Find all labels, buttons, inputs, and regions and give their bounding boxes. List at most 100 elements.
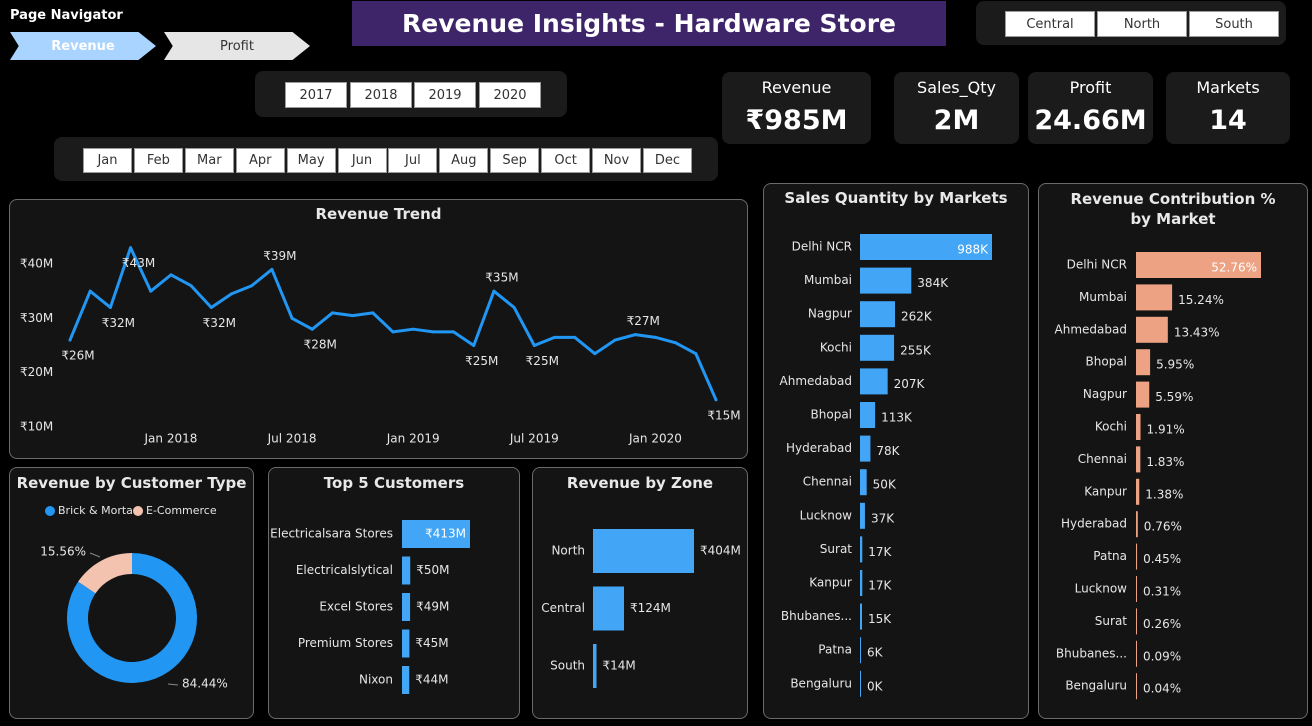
month-button[interactable]: Mar	[184, 148, 234, 173]
customer-type-panel: Revenue by Customer Type Brick & Mortar E…	[9, 467, 254, 719]
category-label: Patna	[1093, 549, 1127, 563]
nav-profit-button[interactable]: Profit	[164, 32, 310, 60]
revenue-trend-point	[351, 314, 355, 318]
sales-qty-panel: Sales Quantity by Markets Delhi NCR 988K M…	[763, 183, 1029, 719]
data-label: 15.24%	[1178, 293, 1224, 307]
bar	[593, 644, 597, 688]
revenue-trend-chart: ₹10M ₹20M ₹30M ₹40M Jan 2018 Jul 2018 Jan 2019…	[20, 246, 741, 446]
revenue-trend-point	[472, 344, 476, 347]
data-label: 113K	[881, 411, 913, 425]
kpi-value: 24.66M	[1034, 105, 1147, 136]
revenue-trend-point	[492, 289, 496, 293]
month-button[interactable]: Jun	[337, 148, 387, 173]
kpi-label: Revenue	[761, 78, 832, 97]
year-button[interactable]: 2017	[285, 82, 347, 108]
page-title: Revenue Insights - Hardware Store	[352, 1, 946, 46]
category-label: Kanpur	[1084, 484, 1127, 498]
revenue-trend-point	[593, 352, 597, 356]
bar	[1136, 381, 1150, 408]
month-button[interactable]: Nov	[592, 148, 641, 173]
data-label: ₹44M	[415, 673, 448, 687]
nav-revenue-button[interactable]: Revenue	[10, 32, 156, 60]
category-label: Kochi	[1095, 420, 1127, 434]
year-button[interactable]: 2019	[414, 82, 476, 108]
revenue-trend-point	[553, 335, 556, 339]
year-button[interactable]: 2020	[479, 82, 541, 108]
month-button[interactable]: Apr	[235, 148, 285, 173]
top-customers-panel: Top 5 Customers Electricalsara Stores ₹41…	[268, 467, 520, 719]
category-label: Patna	[818, 643, 852, 657]
revenue-trend-point	[512, 305, 516, 309]
bar	[1136, 576, 1137, 602]
data-label: 0.09%	[1143, 649, 1181, 663]
y-axis-tick-label: ₹20M	[20, 365, 53, 379]
data-label: ₹25M	[526, 354, 559, 368]
revenue-trend-point	[452, 330, 456, 334]
data-label: ₹25M	[465, 354, 498, 368]
x-axis-tick-label: Jul 2018	[267, 432, 317, 446]
revenue-trend-point	[230, 292, 233, 296]
zone-filter-central[interactable]: Central	[1005, 11, 1095, 37]
category-label: Surat	[1095, 614, 1128, 628]
category-label: Nixon	[359, 673, 393, 687]
month-button[interactable]: Jan	[83, 148, 132, 173]
month-button[interactable]: Feb	[133, 148, 183, 173]
category-label: Nagpur	[808, 307, 852, 321]
bar	[593, 586, 624, 631]
month-button[interactable]: May	[286, 148, 336, 173]
month-button[interactable]: Dec	[642, 148, 692, 173]
category-label: Kanpur	[809, 576, 852, 590]
bar	[1136, 608, 1137, 635]
customer-type-donut: Brick & Mortar E-Commerce 84.44% 15.56%	[40, 504, 228, 691]
bar	[1136, 284, 1173, 311]
data-label: ₹28M	[304, 338, 337, 352]
kpi-label: Profit	[1069, 78, 1112, 97]
revenue-trend-point	[573, 335, 577, 339]
bar	[860, 267, 912, 294]
year-button[interactable]: 2018	[350, 82, 412, 108]
top-customers-chart: Electricalsara Stores ₹413M Electricalslyt…	[270, 520, 470, 694]
data-label: ₹50M	[416, 563, 449, 577]
bar	[860, 368, 888, 395]
kpi-value: ₹985M	[745, 105, 848, 136]
data-label: ₹27M	[627, 314, 660, 328]
data-label: 262K	[901, 310, 933, 324]
category-label: Mumbai	[804, 273, 852, 287]
bar	[1136, 478, 1140, 505]
revenue-trend-point	[88, 289, 92, 293]
category-label: Premium Stores	[298, 636, 393, 650]
legend-marker	[45, 506, 55, 516]
zone-filter-south[interactable]: South	[1189, 11, 1279, 37]
revenue-trend-point	[290, 316, 294, 320]
revenue-trend-line	[68, 246, 718, 401]
data-label: ₹43M	[122, 256, 155, 270]
data-label: 5.59%	[1155, 390, 1193, 404]
month-button[interactable]: Sep	[490, 148, 540, 173]
month-button[interactable]: Oct	[541, 148, 591, 173]
x-axis-tick-label: Jul 2019	[509, 432, 559, 446]
month-button[interactable]: Aug	[439, 148, 489, 173]
month-button[interactable]: Jul	[388, 148, 438, 173]
revenue-trend-point	[250, 284, 254, 288]
category-label: Nagpur	[1083, 387, 1127, 401]
bar	[1136, 349, 1151, 376]
bar	[860, 570, 863, 596]
bar	[860, 603, 863, 630]
leader-line	[167, 683, 179, 686]
data-label: 0.31%	[1143, 585, 1181, 599]
data-label: 17K	[868, 545, 892, 559]
data-label: ₹124M	[630, 601, 671, 615]
zone-filter-north[interactable]: North	[1097, 11, 1187, 37]
data-label: 1.38%	[1145, 487, 1183, 501]
data-label: 52.76%	[1211, 261, 1257, 275]
data-label: 13.43%	[1174, 325, 1220, 339]
bar	[860, 334, 895, 361]
data-label: ₹26M	[61, 349, 94, 363]
revenue-trend-point	[714, 398, 718, 402]
data-label: 0.26%	[1143, 617, 1181, 631]
category-label: South	[550, 659, 585, 673]
category-label: Chennai	[1078, 452, 1127, 466]
category-label: North	[551, 544, 585, 558]
revenue-trend-point	[209, 305, 213, 309]
bar	[1136, 511, 1138, 538]
